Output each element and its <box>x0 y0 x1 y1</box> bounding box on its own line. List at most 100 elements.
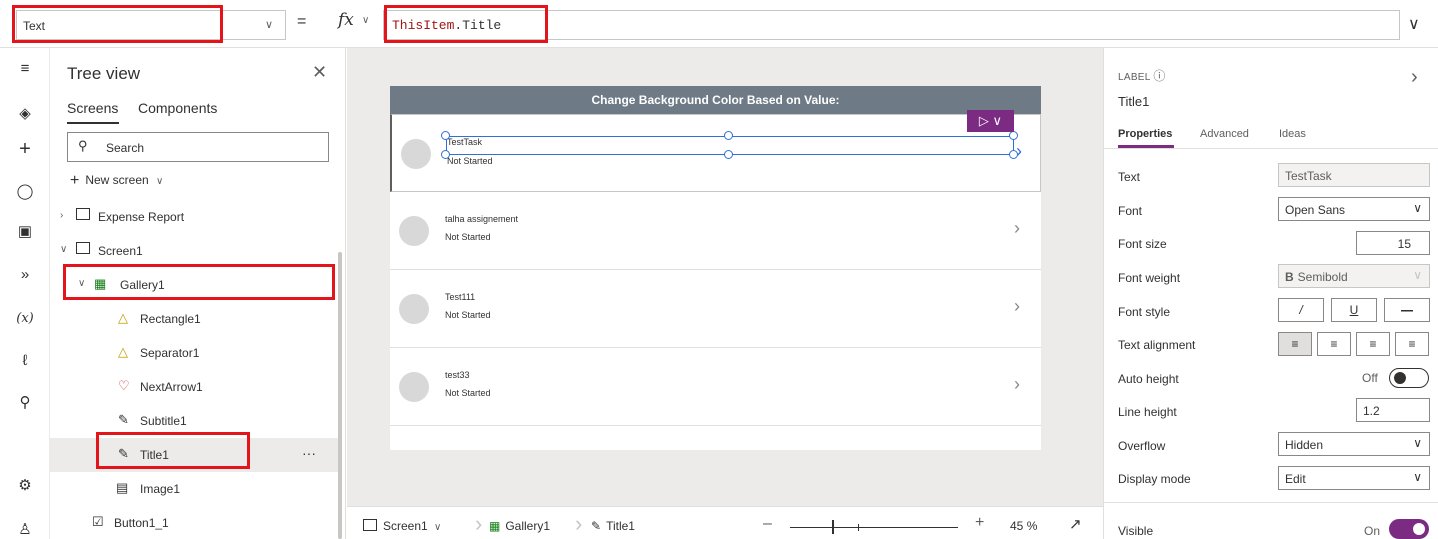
tree-node-label: Subtitle1 <box>140 414 187 428</box>
settings-gear-icon[interactable]: ⚙ <box>0 476 50 494</box>
tab-screens[interactable]: Screens <box>67 100 118 116</box>
item-subtitle[interactable]: Not Started <box>445 310 491 320</box>
layers-icon[interactable]: ◈ <box>0 104 50 122</box>
resize-handle[interactable] <box>1009 150 1018 159</box>
menu-icon[interactable]: ≡ <box>0 60 50 77</box>
more-options-icon[interactable]: ··· <box>302 445 316 461</box>
tree-scrollbar[interactable] <box>338 252 342 539</box>
visible-toggle[interactable] <box>1389 519 1429 539</box>
overflow-property-label: Overflow <box>1118 439 1166 453</box>
tab-components[interactable]: Components <box>138 100 217 116</box>
align-right-icon[interactable]: ≡ <box>1356 332 1390 356</box>
font-size-input[interactable]: 15 <box>1356 231 1430 255</box>
help-icon[interactable]: ⓘ <box>1153 69 1165 83</box>
align-center-icon[interactable]: ≡ <box>1317 332 1351 356</box>
item-subtitle[interactable]: Not Started <box>445 388 491 398</box>
underline-button[interactable]: U <box>1331 298 1377 322</box>
new-screen-button[interactable]: + New screen ∨ <box>70 172 163 190</box>
tab-ideas[interactable]: Ideas <box>1279 128 1306 140</box>
zoom-out-button[interactable]: – <box>763 515 772 533</box>
text-value-field[interactable]: TestTask <box>1278 163 1430 187</box>
formula-input[interactable]: ThisItem.Title <box>383 10 1400 40</box>
resize-handle[interactable] <box>1009 131 1018 140</box>
tree-node-subtitle1[interactable]: ✎ Subtitle1 <box>50 404 338 438</box>
property-dropdown[interactable]: Text ∨ <box>16 10 286 40</box>
auto-height-toggle[interactable] <box>1389 368 1429 388</box>
align-left-icon[interactable]: ≡ <box>1278 332 1312 356</box>
tree-node-rectangle1[interactable]: △ Rectangle1 <box>50 302 338 336</box>
variables-icon[interactable]: (x) <box>0 311 50 326</box>
shape-icon: △ <box>118 310 128 325</box>
item-title[interactable]: Test111 <box>445 292 475 302</box>
data-cylinder-icon[interactable]: ◯ <box>0 182 50 200</box>
property-dropdown-value: Text <box>23 19 46 33</box>
item-title[interactable]: test33 <box>445 370 470 380</box>
screen-icon <box>76 242 90 257</box>
chevron-down-icon: ∨ <box>60 244 68 255</box>
chevron-right-icon[interactable]: › <box>1014 374 1020 395</box>
tree-node-gallery1[interactable]: ∨ ▦ Gallery1 <box>50 268 338 302</box>
gallery-edit-badge[interactable]: ▷ ∨ <box>967 110 1014 132</box>
item-title[interactable]: talha assignement <box>445 214 518 224</box>
virtual-agent-icon[interactable]: ♙ <box>0 520 50 538</box>
chevron-right-icon[interactable]: › <box>1411 66 1418 89</box>
tree-node-image1[interactable]: ▤ Image1 <box>50 472 338 506</box>
chevron-down-icon[interactable]: ∨ <box>362 15 369 26</box>
breadcrumb-control[interactable]: ✎ Title1 <box>591 519 635 533</box>
tree-node-separator1[interactable]: △ Separator1 <box>50 336 338 370</box>
text-property-label: Text <box>1118 170 1141 184</box>
item-subtitle[interactable]: Not Started <box>447 156 493 166</box>
breadcrumb-screen[interactable]: Screen1 ∨ <box>363 519 441 533</box>
expand-formula-icon[interactable]: ∨ <box>1408 14 1420 34</box>
tree-node-title1[interactable]: ✎ Title1 ··· <box>50 438 338 472</box>
align-justify-icon[interactable]: ≡ <box>1395 332 1429 356</box>
tree-node-screen1[interactable]: ∨ Screen1 <box>50 234 338 268</box>
zoom-slider-track[interactable] <box>790 527 958 528</box>
zoom-slider-default-tick <box>858 524 859 531</box>
strikethrough-button[interactable]: — <box>1384 298 1430 322</box>
gallery-item[interactable]: talha assignement Not Started › <box>390 192 1041 270</box>
tab-advanced[interactable]: Advanced <box>1200 128 1249 140</box>
font-weight-dropdown[interactable]: B Semibold ∨ <box>1278 264 1430 288</box>
insert-plus-icon[interactable]: + <box>0 138 50 161</box>
item-subtitle[interactable]: Not Started <box>445 232 491 242</box>
zoom-slider-thumb[interactable] <box>832 520 834 534</box>
resize-handle[interactable] <box>441 150 450 159</box>
fx-icon[interactable]: fx <box>338 10 354 30</box>
tree-search-input[interactable]: ⚲ Search <box>67 132 329 162</box>
resize-handle[interactable] <box>724 131 733 140</box>
overflow-dropdown[interactable]: Hidden ∨ <box>1278 432 1430 456</box>
control-name[interactable]: Title1 <box>1118 94 1149 109</box>
gallery-item[interactable]: Test111 Not Started › <box>390 270 1041 348</box>
chevron-right-icon: › <box>60 210 64 221</box>
italic-button[interactable]: / <box>1278 298 1324 322</box>
breadcrumb-gallery[interactable]: ▦ Gallery1 <box>489 519 550 533</box>
zoom-in-button[interactable]: + <box>975 514 984 532</box>
tree-node-expense-report[interactable]: › Expense Report <box>50 200 338 234</box>
chevron-down-icon: ∨ <box>78 278 86 289</box>
text-alignment-buttons: ≡ ≡ ≡ ≡ <box>1278 332 1430 356</box>
resize-handle[interactable] <box>724 150 733 159</box>
tree-node-nextarrow1[interactable]: ♡ NextArrow1 <box>50 370 338 404</box>
close-icon[interactable]: ✕ <box>312 62 327 83</box>
tools-icon[interactable]: ℓ <box>0 352 50 369</box>
display-mode-dropdown[interactable]: Edit ∨ <box>1278 466 1430 490</box>
resize-handle[interactable] <box>441 131 450 140</box>
line-height-input[interactable]: 1.2 <box>1356 398 1430 422</box>
image-placeholder-icon <box>401 139 431 169</box>
screen-icon <box>76 208 90 223</box>
fullscreen-icon[interactable]: ↗ <box>1069 515 1082 533</box>
tab-properties[interactable]: Properties <box>1118 128 1172 140</box>
header-label[interactable]: Change Background Color Based on Value: <box>390 86 1041 114</box>
font-dropdown[interactable]: Open Sans ∨ <box>1278 197 1430 221</box>
tree-node-label: Rectangle1 <box>140 312 201 326</box>
media-icon[interactable]: ▣ <box>0 222 50 240</box>
gallery-item[interactable]: test33 Not Started › <box>390 348 1041 426</box>
tree-node-button1-1[interactable]: ☑ Button1_1 <box>50 506 338 539</box>
search-rail-icon[interactable]: ⚲ <box>0 393 50 411</box>
visible-value: On <box>1364 524 1381 538</box>
chevron-right-icon[interactable]: › <box>1014 296 1020 317</box>
zoom-value-number: 45 <box>1010 519 1024 533</box>
chevron-right-icon[interactable]: › <box>1014 218 1020 239</box>
power-automate-icon[interactable]: » <box>0 266 50 283</box>
